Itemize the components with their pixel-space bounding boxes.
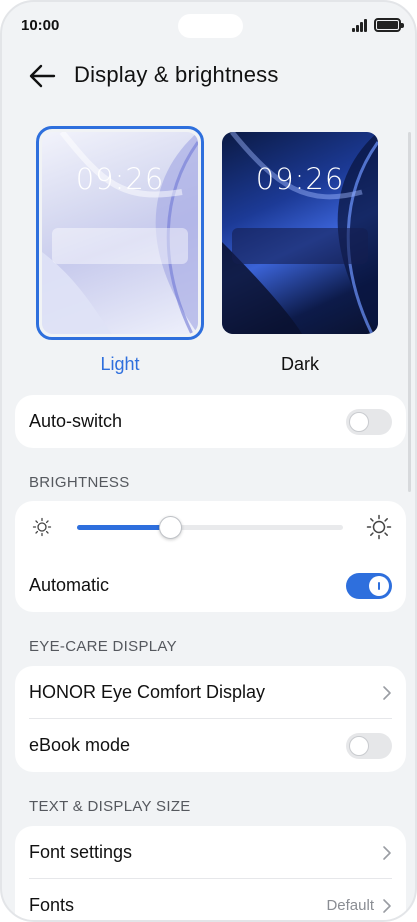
brightness-slider-thumb[interactable] <box>159 516 183 539</box>
back-button[interactable] <box>24 60 60 92</box>
auto-switch-label: Auto-switch <box>29 411 123 431</box>
dark-preview-widget <box>232 228 368 264</box>
eye-care-card: HONOR Eye Comfort Display eBook mode <box>15 666 406 772</box>
theme-dark-frame: 09:26 <box>216 126 384 340</box>
brightness-section-title: BRIGHTNESS <box>29 474 130 491</box>
theme-light-label: Light <box>100 354 140 374</box>
brightness-slider[interactable] <box>77 516 343 539</box>
chevron-right-icon <box>383 845 391 860</box>
chevron-right-icon <box>383 685 391 700</box>
arrow-left-icon <box>29 64 56 88</box>
fonts-value: Default <box>326 897 374 914</box>
ebook-mode-label: eBook mode <box>29 735 131 755</box>
light-preview-widget <box>52 228 188 264</box>
scrollbar[interactable] <box>408 132 411 492</box>
brightness-low-icon <box>32 517 52 537</box>
auto-switch-card: Auto-switch <box>15 395 406 448</box>
theme-dark-label: Dark <box>280 354 319 374</box>
page-title: Display & brightness <box>74 62 279 87</box>
eye-care-section-title: EYE-CARE DISPLAY <box>29 638 177 655</box>
light-preview-image: 09:26 <box>42 132 198 334</box>
fonts-row[interactable]: Fonts Default <box>15 879 406 920</box>
header: Display & brightness <box>2 50 415 102</box>
ebook-mode-row[interactable]: eBook mode <box>15 719 406 772</box>
brightness-high-icon <box>366 514 392 540</box>
status-bar: 10:00 <box>2 2 415 50</box>
dark-preview-clock: 09:26 <box>255 162 345 196</box>
light-preview-clock: 09:26 <box>75 162 165 196</box>
automatic-brightness-label: Automatic <box>29 575 110 595</box>
automatic-brightness-row[interactable]: Automatic <box>15 559 406 612</box>
status-time: 10:00 <box>21 17 60 34</box>
brightness-slider-fill <box>77 525 171 530</box>
brightness-card: Automatic <box>15 501 406 612</box>
eye-comfort-label: HONOR Eye Comfort Display <box>29 682 266 702</box>
chevron-right-icon <box>383 898 391 913</box>
dark-preview-image: 09:26 <box>222 132 378 334</box>
font-settings-row[interactable]: Font settings <box>15 826 406 879</box>
signal-icon <box>352 19 369 32</box>
font-settings-label: Font settings <box>29 842 133 862</box>
eye-comfort-row[interactable]: HONOR Eye Comfort Display <box>15 666 406 719</box>
battery-icon <box>374 18 404 32</box>
text-display-section-title: TEXT & DISPLAY SIZE <box>29 798 191 815</box>
auto-switch-row[interactable]: Auto-switch <box>15 395 406 448</box>
theme-dark-option[interactable]: 09:26 Dark <box>216 126 384 375</box>
automatic-brightness-toggle[interactable] <box>346 572 392 599</box>
ebook-mode-toggle[interactable] <box>346 732 392 759</box>
phone-screen: 10:00 Display & brightness 09:26 Light 0… <box>0 0 417 922</box>
fonts-label: Fonts <box>29 895 75 915</box>
auto-switch-toggle[interactable] <box>346 408 392 435</box>
camera-notch <box>178 14 243 38</box>
text-display-card: Font settings Fonts Default <box>15 826 406 920</box>
theme-light-frame: 09:26 <box>36 126 204 340</box>
theme-light-option[interactable]: 09:26 Light <box>36 126 204 375</box>
